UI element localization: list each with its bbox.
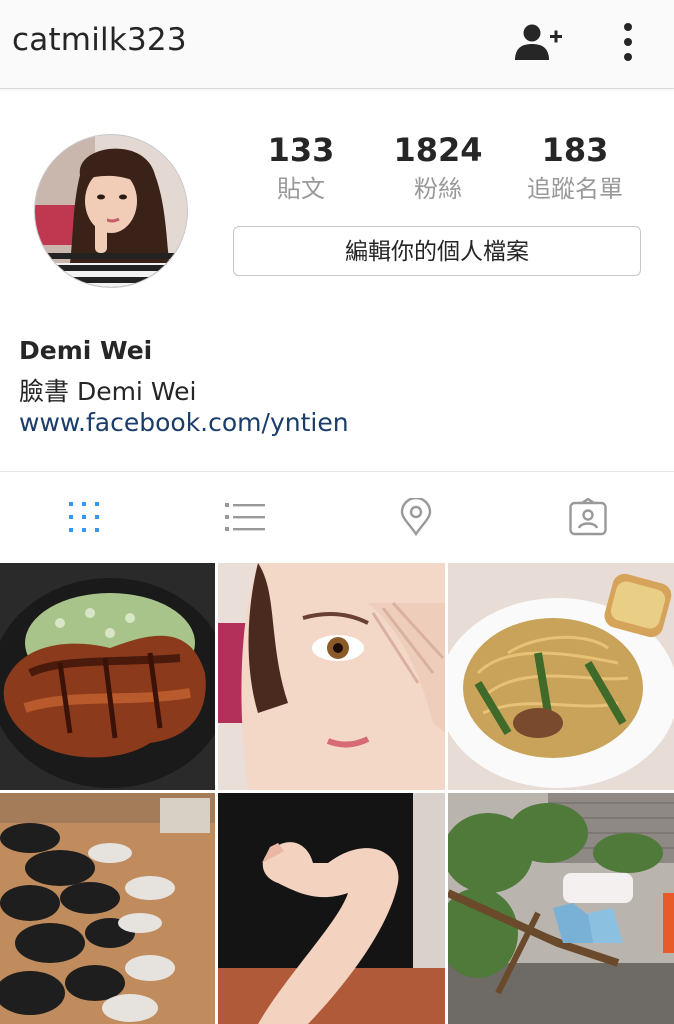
- profile-username: catmilk323: [12, 22, 187, 58]
- profile-tab-bar: [0, 471, 674, 562]
- grid-view-icon: [69, 502, 99, 532]
- stat-following-label: 追蹤名單: [527, 175, 623, 203]
- photo-grid: [0, 563, 674, 1024]
- edit-profile-button[interactable]: 編輯你的個人檔案: [233, 226, 641, 276]
- location-pin-icon: [400, 498, 432, 536]
- top-bar: catmilk323: [0, 0, 674, 89]
- profile-avatar[interactable]: [34, 134, 188, 288]
- profile-full-name: Demi Wei: [19, 336, 153, 365]
- tab-grid-view[interactable]: [0, 472, 168, 562]
- stat-following[interactable]: 183 追蹤名單: [500, 130, 650, 206]
- tab-location[interactable]: [332, 472, 500, 562]
- stat-posts[interactable]: 133 貼文: [226, 130, 376, 206]
- list-view-icon: [225, 503, 265, 531]
- tagged-photos-icon: [569, 498, 607, 536]
- stat-posts-value: 133: [267, 131, 335, 169]
- profile-bio: 臉書 Demi Wei: [19, 377, 197, 406]
- grid-photo-fallen-tree[interactable]: [448, 793, 674, 1024]
- stat-posts-label: 貼文: [277, 175, 325, 203]
- add-user-icon[interactable]: [512, 22, 564, 64]
- grid-photo-bags-floor[interactable]: [0, 793, 215, 1024]
- stat-followers-label: 粉絲: [414, 175, 462, 203]
- grid-photo-grilled-chicken[interactable]: [0, 563, 215, 790]
- tab-tagged[interactable]: [504, 472, 672, 562]
- stat-followers[interactable]: 1824 粉絲: [363, 130, 513, 206]
- stat-followers-value: 1824: [393, 131, 483, 169]
- grid-photo-leg[interactable]: [218, 793, 445, 1024]
- grid-photo-pasta[interactable]: [448, 563, 674, 790]
- grid-photo-selfie-eye[interactable]: [218, 563, 445, 790]
- more-vertical-icon[interactable]: [612, 20, 644, 66]
- profile-website-link[interactable]: www.facebook.com/yntien: [19, 408, 349, 437]
- tab-list-view[interactable]: [161, 472, 329, 562]
- stat-following-value: 183: [541, 131, 609, 169]
